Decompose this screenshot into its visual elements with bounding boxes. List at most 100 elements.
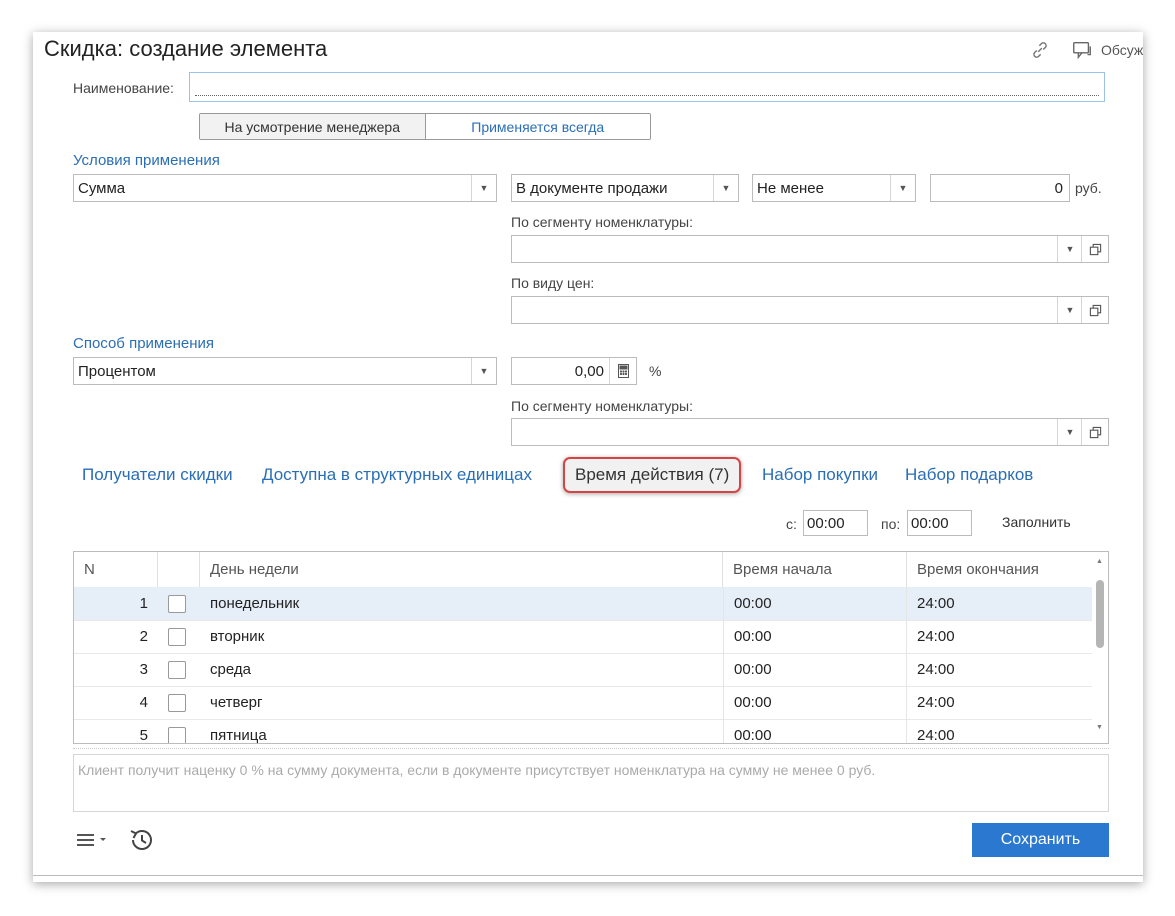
row-checkbox[interactable] (168, 627, 186, 646)
always-apply-button[interactable]: Применяется всегда (425, 114, 650, 139)
manager-discretion-button[interactable]: На усмотрение менеджера (200, 114, 426, 139)
chevron-down-icon[interactable]: ▼ (1057, 419, 1082, 445)
more-actions-button[interactable] (76, 828, 112, 852)
row-day: понедельник (210, 595, 300, 612)
method-title: Способ применения (73, 335, 214, 352)
row-start: 00:00 (723, 719, 907, 743)
method-segment-label: По сегменту номенклатуры: (511, 398, 693, 414)
scroll-down-icon[interactable]: ▼ (1096, 724, 1103, 731)
tab-purchase-set[interactable]: Набор покупки (762, 465, 878, 485)
from-time-input[interactable]: 00:00 (803, 510, 868, 536)
tab-structural-units[interactable]: Доступна в структурных единицах (262, 465, 532, 485)
column-end[interactable]: Время окончания (907, 552, 1092, 587)
table-row[interactable]: 5 пятница 00:00 24:00 (74, 719, 1092, 744)
method-type-value: Процентом (78, 363, 156, 380)
to-time-value: 00:00 (911, 515, 949, 532)
row-day: вторник (210, 628, 265, 645)
from-label: с: (786, 516, 797, 532)
table-scrollbar[interactable]: ▲ ▼ (1092, 552, 1108, 743)
chevron-down-icon[interactable]: ▼ (1057, 297, 1082, 323)
row-start: 00:00 (723, 620, 907, 653)
condition-amount-value: 0 (1054, 180, 1063, 197)
currency-label: руб. (1075, 180, 1102, 196)
method-value-input[interactable]: 0,00 (511, 357, 637, 385)
row-end: 24:00 (917, 694, 955, 711)
condition-scope-value: В документе продажи (516, 180, 668, 197)
discount-create-window: Скидка: создание элемента Обсуждение Наи… (33, 32, 1143, 882)
method-value: 0,00 (574, 363, 604, 380)
discount-description: Клиент получит наценку 0 % на сумму доку… (73, 754, 1109, 812)
column-day[interactable]: День недели (200, 552, 723, 587)
schedule-table: N День недели Время начала Время окончан… (73, 551, 1109, 744)
condition-compare-select[interactable]: Не менее ▼ (752, 174, 916, 202)
row-checkbox[interactable] (168, 693, 186, 712)
column-n[interactable]: N (74, 552, 158, 587)
row-number: 2 (139, 628, 148, 645)
row-day: четверг (210, 694, 263, 711)
price-type-label: По виду цен: (511, 275, 595, 291)
condition-type-value: Сумма (78, 180, 126, 197)
row-number: 1 (139, 595, 148, 612)
condition-compare-value: Не менее (757, 180, 824, 197)
tab-gift-set[interactable]: Набор подарков (905, 465, 1033, 485)
column-check[interactable] (158, 552, 200, 587)
row-day: среда (210, 661, 251, 678)
name-label: Наименование: (73, 80, 174, 96)
price-type-select[interactable]: ▼ (511, 296, 1109, 324)
scroll-thumb[interactable] (1096, 580, 1104, 648)
discuss-label: Обсуждение (1101, 42, 1143, 58)
menu-icon (77, 834, 94, 846)
segment-select[interactable]: ▼ (511, 235, 1109, 263)
chevron-down-icon (100, 838, 106, 841)
apply-mode-switch: На усмотрение менеджера Применяется всег… (199, 113, 651, 140)
chevron-down-icon[interactable]: ▼ (471, 358, 496, 384)
window-bottom-border (33, 875, 1143, 876)
row-day: пятница (210, 727, 267, 744)
to-time-input[interactable]: 00:00 (907, 510, 972, 536)
tab-discount-recipients[interactable]: Получатели скидки (82, 465, 233, 485)
conditions-title: Условия применения (73, 152, 220, 169)
condition-type-select[interactable]: Сумма ▼ (73, 174, 497, 202)
row-end: 24:00 (917, 727, 955, 744)
column-start[interactable]: Время начала (723, 552, 907, 587)
condition-amount-input[interactable]: 0 (930, 174, 1070, 202)
row-checkbox[interactable] (168, 726, 186, 743)
open-icon[interactable] (1081, 297, 1108, 323)
chevron-down-icon[interactable]: ▼ (1057, 236, 1082, 262)
method-segment-select[interactable]: ▼ (511, 418, 1109, 446)
history-icon[interactable] (128, 826, 156, 854)
row-checkbox[interactable] (168, 594, 186, 613)
chevron-down-icon[interactable]: ▼ (471, 175, 496, 201)
link-icon[interactable] (1029, 39, 1051, 61)
row-end: 24:00 (917, 595, 955, 612)
open-icon[interactable] (1081, 236, 1108, 262)
method-type-select[interactable]: Процентом ▼ (73, 357, 497, 385)
table-row[interactable]: 2 вторник 00:00 24:00 (74, 620, 1092, 654)
condition-scope-select[interactable]: В документе продажи ▼ (511, 174, 739, 202)
row-start: 00:00 (723, 587, 907, 620)
save-button[interactable]: Сохранить (972, 823, 1109, 857)
fill-button[interactable]: Заполнить (1002, 514, 1071, 530)
discuss-button[interactable]: Обсуждение (1071, 39, 1143, 61)
chevron-down-icon[interactable]: ▼ (713, 175, 738, 201)
page-title: Скидка: создание элемента (44, 36, 328, 61)
open-icon[interactable] (1081, 419, 1108, 445)
table-row[interactable]: 3 среда 00:00 24:00 (74, 653, 1092, 687)
percent-label: % (649, 363, 662, 379)
row-number: 3 (139, 661, 148, 678)
calculator-icon[interactable] (609, 358, 636, 384)
row-start: 00:00 (723, 686, 907, 719)
table-row[interactable]: 1 понедельник 00:00 24:00 (74, 587, 1092, 621)
to-label: по: (881, 516, 901, 532)
segment-label: По сегменту номенклатуры: (511, 214, 693, 230)
table-row[interactable]: 4 четверг 00:00 24:00 (74, 686, 1092, 720)
tab-time-of-action[interactable]: Время действия (7) (563, 457, 742, 493)
row-number: 5 (139, 727, 148, 744)
row-checkbox[interactable] (168, 660, 186, 679)
row-end: 24:00 (917, 661, 955, 678)
chevron-down-icon[interactable]: ▼ (890, 175, 915, 201)
table-header: N День недели Время начала Время окончан… (74, 552, 1092, 588)
scroll-up-icon[interactable]: ▲ (1096, 558, 1103, 565)
name-input[interactable] (189, 72, 1105, 102)
row-end: 24:00 (917, 628, 955, 645)
